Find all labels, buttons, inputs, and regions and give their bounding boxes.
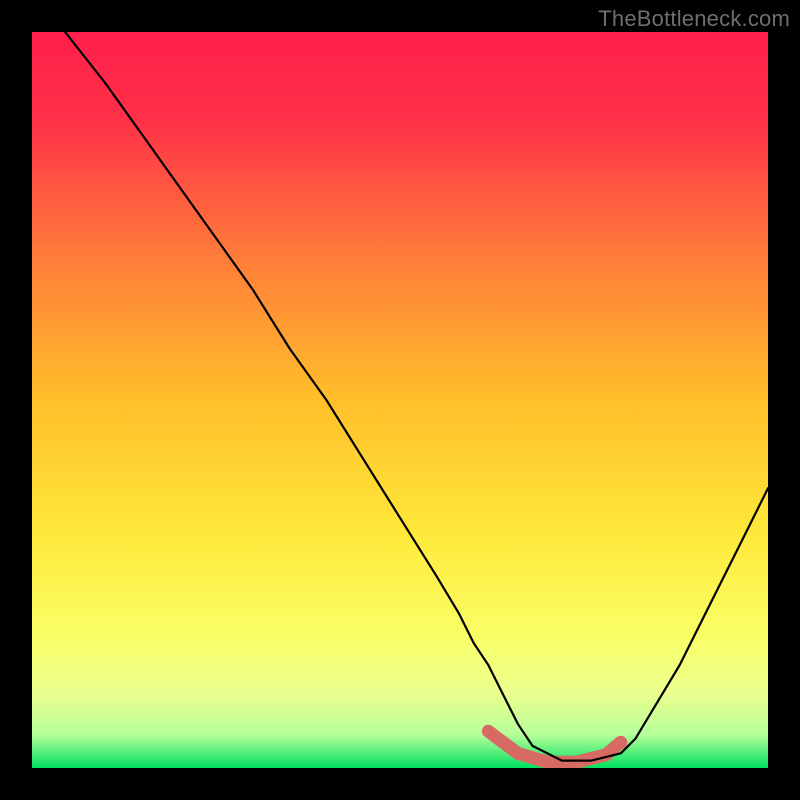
watermark-text: TheBottleneck.com (598, 6, 790, 32)
chart-frame (32, 32, 768, 768)
gradient-bg (32, 32, 768, 768)
chart-svg (32, 32, 768, 768)
